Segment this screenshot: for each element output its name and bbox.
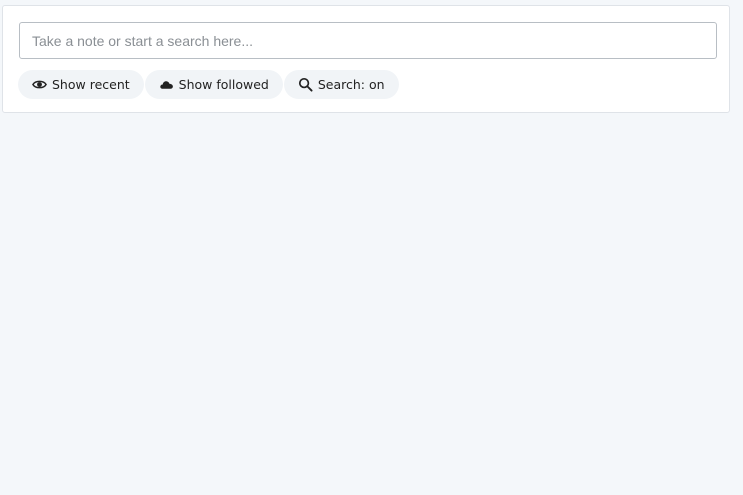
show-recent-button[interactable]: Show recent bbox=[18, 70, 144, 99]
show-followed-label: Show followed bbox=[178, 77, 269, 92]
show-recent-label: Show recent bbox=[52, 77, 130, 92]
note-search-panel: Show recent Show followed Search: on bbox=[2, 5, 730, 113]
filter-chip-bar: Show recent Show followed Search: on bbox=[18, 70, 399, 99]
show-followed-button[interactable]: Show followed bbox=[144, 70, 283, 99]
search-icon bbox=[298, 77, 313, 92]
search-toggle-button[interactable]: Search: on bbox=[283, 70, 399, 99]
note-search-input[interactable] bbox=[19, 22, 717, 59]
search-toggle-label: Search: on bbox=[317, 77, 385, 92]
eye-icon bbox=[32, 77, 47, 92]
cloud-icon bbox=[159, 77, 174, 92]
content-area bbox=[0, 114, 743, 495]
